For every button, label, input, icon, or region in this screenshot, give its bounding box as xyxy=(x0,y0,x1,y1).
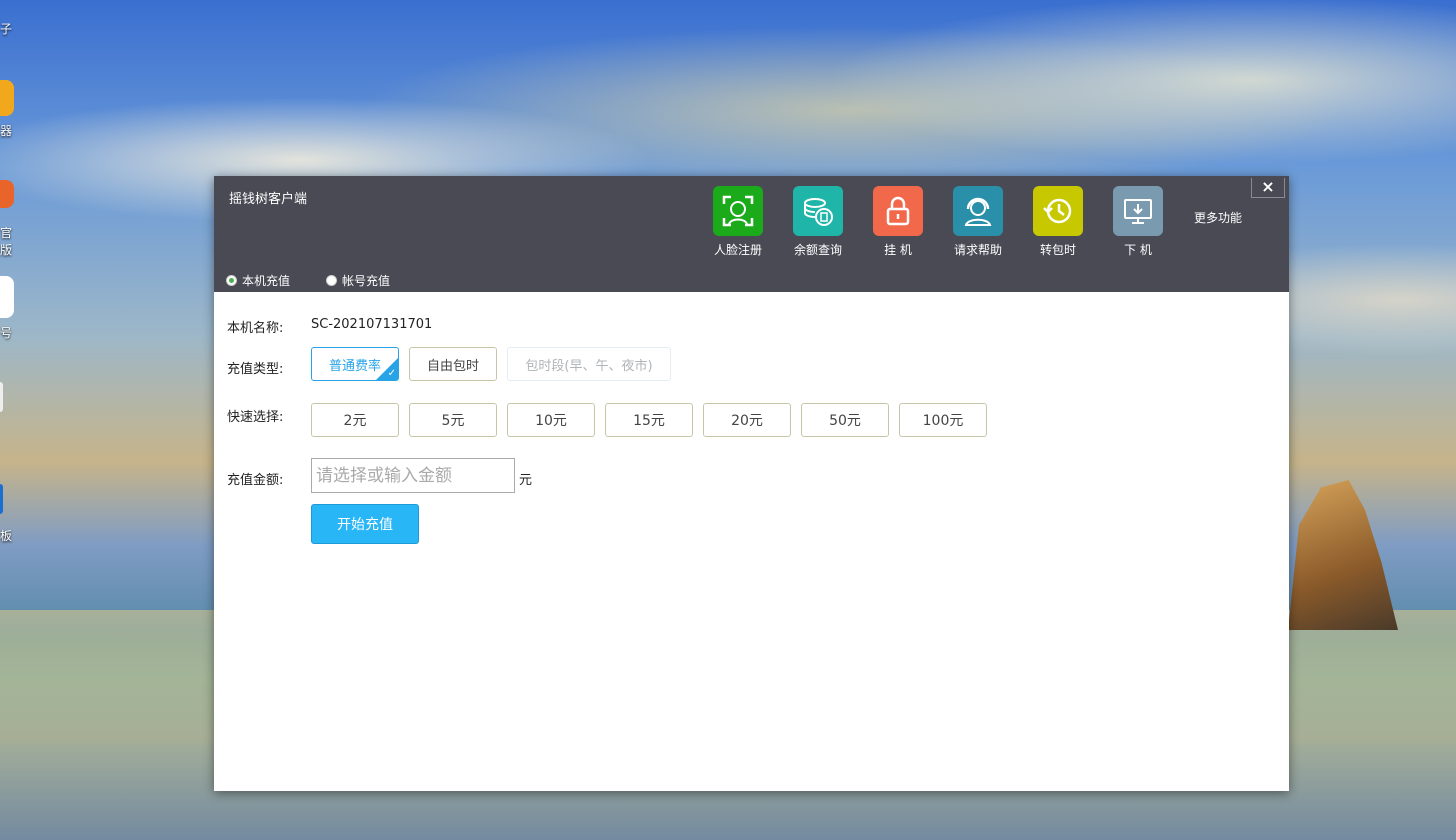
desktop-icon-label[interactable]: 官 xyxy=(0,224,12,241)
switch-package-button[interactable]: 转包时 xyxy=(1028,186,1088,258)
face-scan-icon xyxy=(713,186,763,236)
type-free-package-label: 自由包时 xyxy=(426,358,479,374)
log-off-button[interactable]: 下 机 xyxy=(1108,186,1168,258)
title-bar: 摇钱树客户端 × 人脸注册 余额查询 挂 机 请求帮助 转包时 下 机 更多功能… xyxy=(214,176,1289,292)
machine-name-label: 本机名称: xyxy=(227,321,284,336)
desktop-rock xyxy=(1288,480,1398,630)
support-agent-icon xyxy=(953,186,1003,236)
radio-unchecked-icon xyxy=(326,275,337,286)
amount-unit: 元 xyxy=(519,473,533,488)
app-title: 摇钱树客户端 xyxy=(229,192,308,207)
quick-amount-button[interactable]: 10元 xyxy=(507,403,595,437)
lock-icon xyxy=(873,186,923,236)
desktop-icons: 子 器 官 版 号 板 xyxy=(0,0,20,840)
balance-query-button[interactable]: 余额查询 xyxy=(788,186,848,258)
quick-amount-button[interactable]: 50元 xyxy=(801,403,889,437)
desktop-app-icon[interactable] xyxy=(0,276,14,318)
type-normal-rate-label: 普通费率 xyxy=(328,358,381,374)
desktop-app-icon[interactable] xyxy=(0,80,14,116)
type-time-slot-label: 包时段(早、午、夜市) xyxy=(525,358,653,374)
more-functions-link[interactable]: 更多功能 xyxy=(1194,209,1242,226)
quick-amount-button[interactable]: 5元 xyxy=(409,403,497,437)
desktop-icon-label[interactable]: 号 xyxy=(0,324,12,341)
amount-input[interactable] xyxy=(311,458,515,493)
mode-account-radio[interactable]: 帐号充值 xyxy=(326,272,390,289)
type-time-slot-button: 包时段(早、午、夜市) xyxy=(507,347,671,381)
quick-amount-button[interactable]: 15元 xyxy=(605,403,693,437)
machine-name-value: SC-202107131701 xyxy=(311,317,433,332)
desktop-icon-label[interactable]: 器 xyxy=(0,122,12,139)
face-register-button[interactable]: 人脸注册 xyxy=(708,186,768,258)
hang-up-label: 挂 机 xyxy=(884,243,912,257)
quick-amount-button[interactable]: 100元 xyxy=(899,403,987,437)
type-normal-rate-button[interactable]: 普通费率 ✓ xyxy=(311,347,399,381)
quick-amount-button[interactable]: 20元 xyxy=(703,403,791,437)
amount-label: 充值金额: xyxy=(227,473,284,488)
hang-up-button[interactable]: 挂 机 xyxy=(868,186,928,258)
check-icon: ✓ xyxy=(387,368,396,379)
switch-package-label: 转包时 xyxy=(1039,243,1076,257)
balance-query-label: 余额查询 xyxy=(793,243,842,257)
face-register-label: 人脸注册 xyxy=(713,243,762,257)
desktop-app-icon[interactable] xyxy=(0,484,3,514)
mode-local-radio[interactable]: 本机充值 xyxy=(226,272,290,289)
close-button[interactable]: × xyxy=(1251,178,1285,198)
quick-select-label: 快速选择: xyxy=(227,410,284,425)
quick-amount-button[interactable]: 2元 xyxy=(311,403,399,437)
log-off-label: 下 机 xyxy=(1124,243,1152,257)
desktop-icon-label[interactable]: 版 xyxy=(0,241,12,258)
desktop-app-icon[interactable] xyxy=(0,180,14,208)
desktop-app-icon[interactable] xyxy=(0,382,3,412)
type-free-package-button[interactable]: 自由包时 xyxy=(409,347,497,381)
radio-checked-icon xyxy=(226,275,237,286)
recharge-type-label: 充值类型: xyxy=(227,362,284,377)
client-window: 摇钱树客户端 × 人脸注册 余额查询 挂 机 请求帮助 转包时 下 机 更多功能… xyxy=(214,176,1289,791)
mode-account-label: 帐号充值 xyxy=(342,274,391,288)
mode-local-label: 本机充值 xyxy=(242,274,291,288)
desktop-icon-label[interactable]: 子 xyxy=(0,20,12,37)
desktop-icon-label[interactable]: 板 xyxy=(0,527,12,544)
request-help-button[interactable]: 请求帮助 xyxy=(948,186,1008,258)
coins-icon xyxy=(793,186,843,236)
request-help-label: 请求帮助 xyxy=(953,243,1002,257)
start-recharge-button[interactable]: 开始充值 xyxy=(311,504,419,544)
monitor-download-icon xyxy=(1113,186,1163,236)
clock-switch-icon xyxy=(1033,186,1083,236)
